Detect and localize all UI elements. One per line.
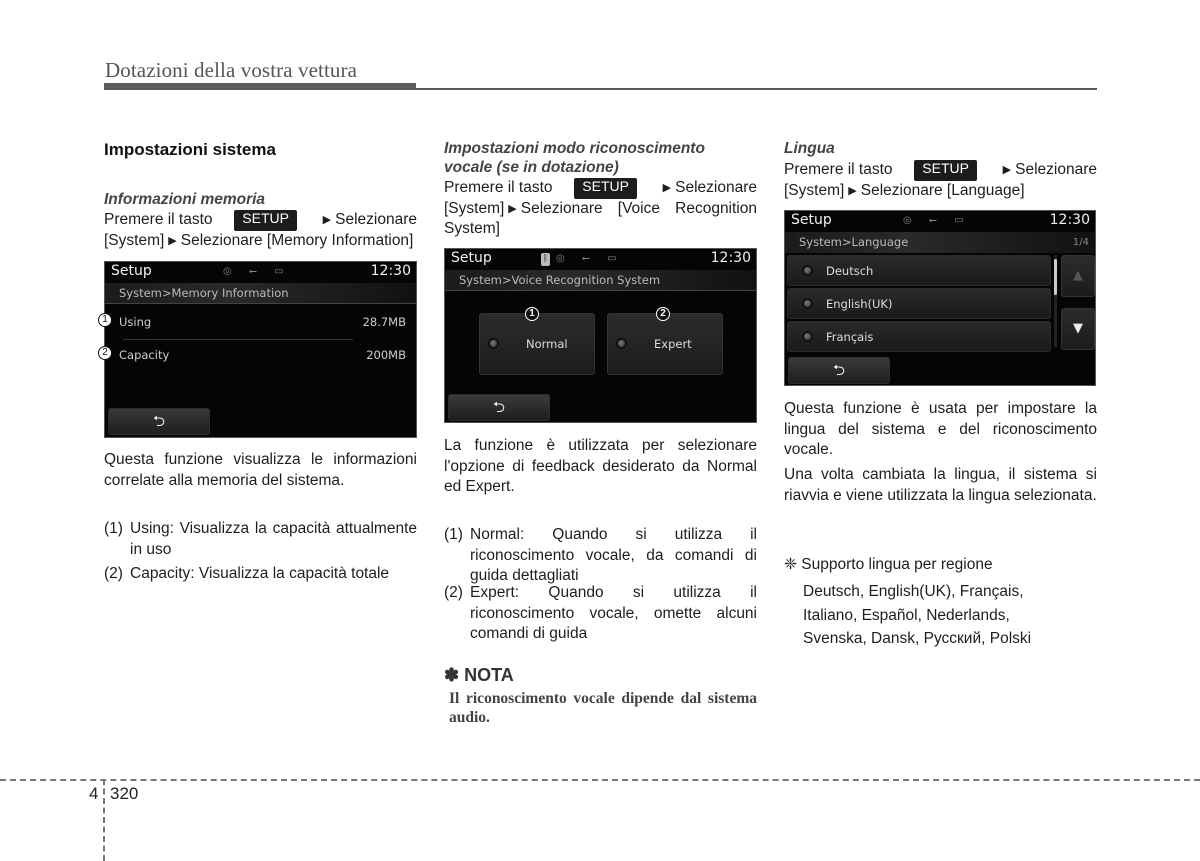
description-text: Questa funzione visualizza le informazio…	[104, 451, 417, 489]
arrow-right-icon: ▶	[322, 214, 332, 226]
row-label: Using	[119, 315, 152, 329]
triangle-up-icon: ▲	[1073, 268, 1083, 283]
chapter-number: 4	[89, 784, 99, 803]
arrow-right-icon: ▶	[1002, 164, 1012, 176]
chapter-header-title: Dotazioni della vostra vettura	[105, 58, 357, 82]
screen-title: Setup	[791, 212, 832, 228]
callout-2: 2	[656, 307, 670, 321]
radio-indicator	[616, 338, 627, 349]
memory-row-capacity: Capacity 200MB	[105, 340, 416, 370]
radio-indicator	[802, 331, 813, 342]
row-value: 28.7MB	[362, 315, 406, 329]
note-title: ✽ NOTA	[444, 665, 514, 685]
scroll-down-button[interactable]: ▼	[1061, 308, 1095, 350]
back-button[interactable]: ⮌	[448, 394, 550, 421]
language-item-deutsch[interactable]: Deutsch	[787, 255, 1051, 286]
screen-breadcrumb: System>Voice Recognition System	[445, 270, 756, 291]
instruction-text: Premere il tasto SETUP ▶ Selezionare [Sys…	[444, 178, 757, 237]
language-item-francais[interactable]: Français	[787, 321, 1051, 352]
list-item: (1) Normal: Quando si utilizza il ricono…	[444, 526, 757, 584]
option-expert-button[interactable]: Expert	[607, 313, 723, 375]
subsection-title: Lingua	[784, 140, 835, 157]
callout-1: 1	[98, 313, 112, 327]
radio-indicator	[488, 338, 499, 349]
screen-clock: 12:30	[710, 250, 751, 266]
setup-key-label: SETUP	[574, 178, 637, 199]
list-item: (2) Expert: Quando si utilizza il ricono…	[444, 584, 757, 642]
description-text: Una volta cambiata la lingua, il sistema…	[784, 466, 1097, 504]
instruction-text: Premere il tasto SETUP ▶ Selezionare [Sys…	[104, 210, 417, 251]
screen-status-bar: Setup ᛒ ◎ ⭠ ▭ 12:30	[445, 249, 756, 270]
callout-2: 2	[98, 346, 112, 360]
page-number: 320	[110, 784, 139, 803]
triangle-down-icon: ▼	[1073, 321, 1083, 336]
setup-key-label: SETUP	[234, 210, 297, 231]
status-icons: ᛒ ◎ ⭠ ▭	[541, 253, 624, 266]
description-text: Questa funzione è usata per impostare la…	[784, 400, 1097, 458]
screen-status-bar: Setup ◎ ⭠ ▭ 12:30	[105, 262, 416, 283]
screen-title: Setup	[451, 250, 492, 266]
note-body: Il riconoscimento vocale dipende dal sis…	[449, 690, 757, 726]
list-item: (2) Capacity: Visualizza la capacità tot…	[104, 565, 390, 582]
voice-recognition-screen: Setup ᛒ ◎ ⭠ ▭ 12:30 System>Voice Recognit…	[444, 248, 757, 423]
screen-clock: 12:30	[1049, 212, 1090, 228]
scrollbar-thumb[interactable]	[1054, 259, 1057, 295]
footer-vertical-dashed-rule	[103, 779, 105, 861]
arrow-right-icon: ▶	[662, 182, 672, 194]
section-title: Impostazioni sistema	[104, 140, 276, 159]
language-screen: Setup ◎ ⭠ ▭ 12:30 System>Language 1/4 De…	[784, 210, 1096, 386]
page-indicator: 1/4	[1072, 237, 1089, 248]
footer-dashed-rule	[0, 779, 1200, 781]
row-value: 200MB	[366, 348, 406, 362]
callout-1: 1	[525, 307, 539, 321]
language-item-english-uk[interactable]: English(UK)	[787, 288, 1051, 319]
region-language-list: Deutsch, English(UK), Français, Italiano…	[803, 583, 1032, 647]
instruction-text: Premere il tasto SETUP ▶ Selezionare [Sys…	[784, 160, 1097, 201]
radio-indicator	[802, 265, 813, 276]
list-item: (1) Using: Visualizza la capacità attual…	[104, 520, 417, 558]
status-icons: ◎ ⭠ ▭	[223, 266, 291, 277]
arrow-right-icon: ▶	[848, 184, 857, 197]
back-arrow-icon: ⮌	[152, 412, 165, 430]
scroll-up-button[interactable]: ▲	[1061, 255, 1095, 297]
screen-status-bar: Setup ◎ ⭠ ▭ 12:30	[785, 211, 1095, 232]
memory-info-screen: Setup ◎ ⭠ ▭ 12:30 System>Memory Informat…	[104, 261, 417, 438]
screen-clock: 12:30	[370, 263, 411, 279]
back-arrow-icon: ⮌	[832, 361, 845, 379]
back-button[interactable]: ⮌	[108, 408, 210, 435]
back-button[interactable]: ⮌	[788, 357, 890, 384]
status-icons: ◎ ⭠ ▭	[903, 215, 971, 226]
screen-title: Setup	[111, 263, 152, 279]
subsection-title: Informazioni memoria	[104, 191, 266, 208]
arrow-right-icon: ▶	[508, 202, 517, 215]
subsection-title: Impostazioni modo riconoscimento vocale …	[444, 140, 705, 176]
screen-breadcrumb: System>Memory Information	[105, 283, 416, 304]
header-rule-thin	[416, 88, 1097, 90]
memory-row-using: Using 28.7MB	[105, 307, 416, 337]
row-label: Capacity	[119, 348, 170, 362]
description-text: La funzione è utilizzata per selezionare…	[444, 437, 757, 495]
region-note: ❈ Supporto lingua per regione	[784, 556, 993, 573]
header-rule-thick	[104, 83, 416, 90]
option-normal-button[interactable]: Normal	[479, 313, 595, 375]
arrow-right-icon: ▶	[168, 234, 177, 247]
bluetooth-icon: ᛒ	[541, 253, 550, 266]
radio-indicator	[802, 298, 813, 309]
screen-breadcrumb: System>Language 1/4	[785, 232, 1095, 253]
setup-key-label: SETUP	[914, 160, 977, 181]
back-arrow-icon: ⮌	[492, 398, 505, 416]
